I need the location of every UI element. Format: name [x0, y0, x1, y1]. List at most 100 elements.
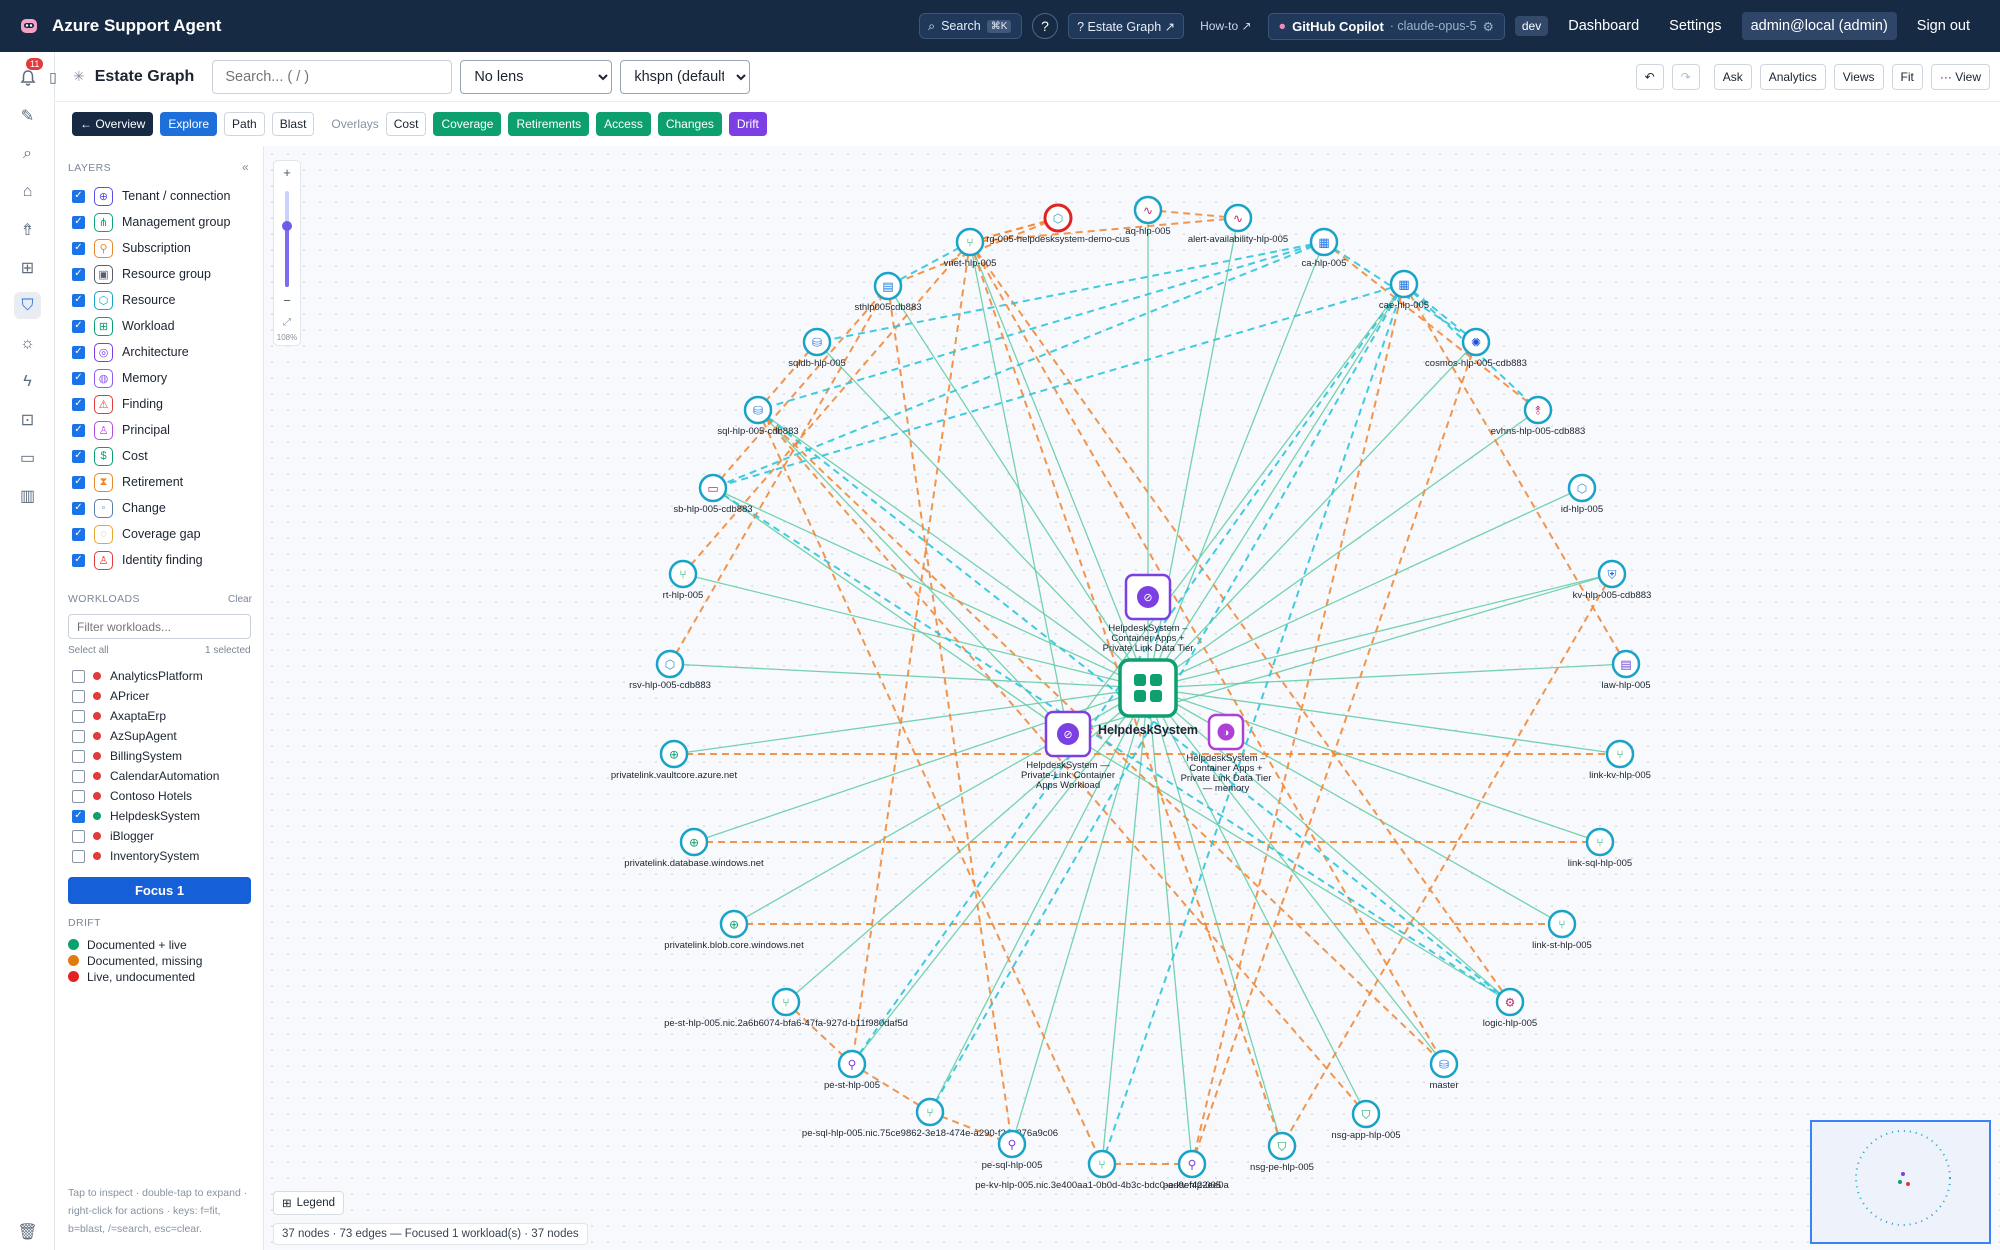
- resource-node[interactable]: ✺ cosmos-hlp-005-cdb883: [1425, 327, 1527, 369]
- shield-icon[interactable]: ⛉: [14, 292, 41, 319]
- overlay-retirements[interactable]: Retirements: [508, 112, 590, 136]
- workload-item[interactable]: InventorySystem: [72, 847, 199, 865]
- layer-checkbox[interactable]: ✓: [72, 267, 85, 281]
- howto-link[interactable]: How-to ↗: [1194, 19, 1257, 33]
- layer-item[interactable]: ✓ ⬡ Resource: [72, 290, 176, 310]
- layer-checkbox[interactable]: ✓: [72, 475, 85, 489]
- lightning-icon[interactable]: ϟ: [14, 368, 41, 395]
- help-button[interactable]: ?: [1032, 13, 1059, 39]
- layer-checkbox[interactable]: ✓: [72, 501, 85, 515]
- fit-button[interactable]: Fit: [1891, 64, 1923, 90]
- layer-checkbox[interactable]: ✓: [72, 397, 85, 411]
- legend-button[interactable]: ⊞ Legend: [273, 1191, 345, 1215]
- nav-settings[interactable]: Settings: [1659, 18, 1731, 34]
- redo-button[interactable]: ↷: [1671, 64, 1700, 90]
- lens-select[interactable]: No lens: [460, 59, 613, 94]
- graph-search-input[interactable]: [212, 59, 453, 94]
- layer-checkbox[interactable]: ✓: [72, 293, 85, 307]
- workload-checkbox[interactable]: [72, 769, 85, 783]
- resource-node[interactable]: ⊕ privatelink.blob.core.windows.net: [664, 909, 804, 951]
- edit-icon[interactable]: ✎: [14, 102, 41, 129]
- signout-link[interactable]: Sign out: [1907, 18, 1980, 34]
- user-menu[interactable]: admin@local (admin): [1741, 12, 1897, 40]
- layer-item[interactable]: ✓ ⚠ Finding: [72, 394, 163, 414]
- architecture-node[interactable]: ⊘HelpdeskSystem –Container Apps +Private…: [1103, 573, 1194, 654]
- layer-item[interactable]: ✓ ♙ Principal: [72, 420, 170, 440]
- brand[interactable]: Azure Support Agent: [20, 16, 221, 36]
- zoom-slider-handle[interactable]: [282, 221, 292, 231]
- analytics-button[interactable]: Analytics: [1759, 64, 1826, 90]
- expand-icon[interactable]: ⤢: [274, 317, 300, 328]
- workload-item[interactable]: CalendarAutomation: [72, 767, 219, 785]
- minimap[interactable]: [1810, 1120, 1991, 1244]
- layer-item[interactable]: ✓ ◌ Coverage gap: [72, 524, 201, 544]
- workload-filter-input[interactable]: [68, 614, 251, 639]
- layer-item[interactable]: ✓ ⋔ Management group: [72, 212, 230, 232]
- layer-checkbox[interactable]: ✓: [72, 553, 85, 567]
- workload-box[interactable]: [1118, 658, 1178, 718]
- workload-checkbox[interactable]: [72, 849, 85, 863]
- apps-grid-icon[interactable]: ⊞: [14, 254, 41, 281]
- layer-checkbox[interactable]: ✓: [72, 319, 85, 333]
- layer-checkbox[interactable]: ✓: [72, 449, 85, 463]
- monitor-icon[interactable]: ▭: [14, 444, 41, 471]
- layer-checkbox[interactable]: ✓: [72, 527, 85, 541]
- workload-checkbox[interactable]: [72, 749, 85, 763]
- resource-node[interactable]: ⥉ evhns-hlp-005-cdb883: [1491, 395, 1586, 437]
- undo-button[interactable]: ↶: [1635, 64, 1664, 90]
- workload-checkbox[interactable]: [72, 669, 85, 683]
- layer-item[interactable]: ✓ $ Cost: [72, 446, 148, 466]
- graph-svg[interactable]: ⬡ rg-005-helpdesksystem-demo-cus ∿ aq-hlp-0…: [264, 146, 2000, 1250]
- overview-button[interactable]: ← Overview: [72, 112, 154, 136]
- layer-checkbox[interactable]: ✓: [72, 423, 85, 437]
- layer-item[interactable]: ✓ ◎ Architecture: [72, 342, 189, 362]
- sun-icon[interactable]: ☼: [14, 330, 41, 357]
- workload-checkbox[interactable]: [72, 729, 85, 743]
- layer-item[interactable]: ✓ ⧗ Retirement: [72, 472, 183, 492]
- layer-checkbox[interactable]: ✓: [72, 215, 85, 229]
- workload-checkbox[interactable]: [72, 789, 85, 803]
- layer-checkbox[interactable]: ✓: [72, 241, 85, 255]
- workload-item[interactable]: ✓ HelpdeskSystem: [72, 807, 200, 825]
- resource-node[interactable]: ⛁ sqldb-hlp-005: [788, 327, 846, 369]
- layer-checkbox[interactable]: ✓: [72, 371, 85, 385]
- workload-item[interactable]: Contoso Hotels: [72, 787, 192, 805]
- resource-node[interactable]: ▤ sthlp005cdb883: [854, 271, 922, 313]
- trash-icon[interactable]: 🗑: [14, 1218, 41, 1245]
- layer-item[interactable]: ✓ ⊕ Tenant / connection: [72, 186, 230, 206]
- layer-item[interactable]: ✓ ▣ Resource group: [72, 264, 211, 284]
- home-icon[interactable]: ⌂: [14, 178, 41, 205]
- workload-item[interactable]: AxaptaErp: [72, 707, 166, 725]
- resource-node[interactable]: ∿ alert-availability-hlp-005: [1188, 203, 1288, 245]
- resource-node[interactable]: ⚲ pe-kv-hlp-005: [1163, 1149, 1221, 1191]
- views-button[interactable]: Views: [1833, 64, 1884, 90]
- resource-node[interactable]: ⬡ rsv-hlp-005-cdb883: [629, 649, 711, 691]
- layer-item[interactable]: ✓ ◍ Memory: [72, 368, 167, 388]
- select-all-link[interactable]: Select all: [68, 645, 109, 656]
- workload-item[interactable]: iBlogger: [72, 827, 154, 845]
- resource-node[interactable]: ⛉ nsg-pe-hlp-005: [1250, 1131, 1314, 1173]
- overlay-cost[interactable]: Cost: [385, 112, 427, 136]
- resource-node[interactable]: ⚙ logic-hlp-005: [1483, 987, 1537, 1029]
- collapse-panel-button[interactable]: «: [242, 160, 249, 174]
- resource-node[interactable]: ⛁ master: [1429, 1049, 1459, 1091]
- workload-item[interactable]: BillingSystem: [72, 747, 182, 765]
- resource-node[interactable]: ⊕ privatelink.database.windows.net: [624, 827, 764, 869]
- resource-node[interactable]: ⑂ link-st-hlp-005: [1532, 909, 1592, 951]
- overlay-drift[interactable]: Drift: [728, 112, 767, 136]
- resource-node[interactable]: ∿ aq-hlp-005: [1125, 195, 1171, 237]
- workload-item[interactable]: AnalyticsPlatform: [72, 667, 203, 685]
- layer-checkbox[interactable]: ✓: [72, 345, 85, 359]
- layer-item[interactable]: ✓ ♙ Identity finding: [72, 550, 203, 570]
- rocket-icon[interactable]: ⇮: [14, 216, 41, 243]
- resource-node[interactable]: ⬡ rg-005-helpdesksystem-demo-cus: [986, 203, 1130, 245]
- search-nav-icon[interactable]: ⌕: [14, 140, 41, 167]
- overlay-access[interactable]: Access: [596, 112, 651, 136]
- clear-workloads-button[interactable]: Clear: [228, 594, 252, 605]
- focus-button[interactable]: Focus 1: [68, 877, 251, 904]
- overlay-changes[interactable]: Changes: [657, 112, 722, 136]
- settings-gear-icon[interactable]: ⚙: [1483, 19, 1494, 34]
- layer-checkbox[interactable]: ✓: [72, 189, 85, 203]
- workload-item[interactable]: AzSupAgent: [72, 727, 177, 745]
- estate-graph-link[interactable]: ? Estate Graph ↗: [1068, 13, 1185, 39]
